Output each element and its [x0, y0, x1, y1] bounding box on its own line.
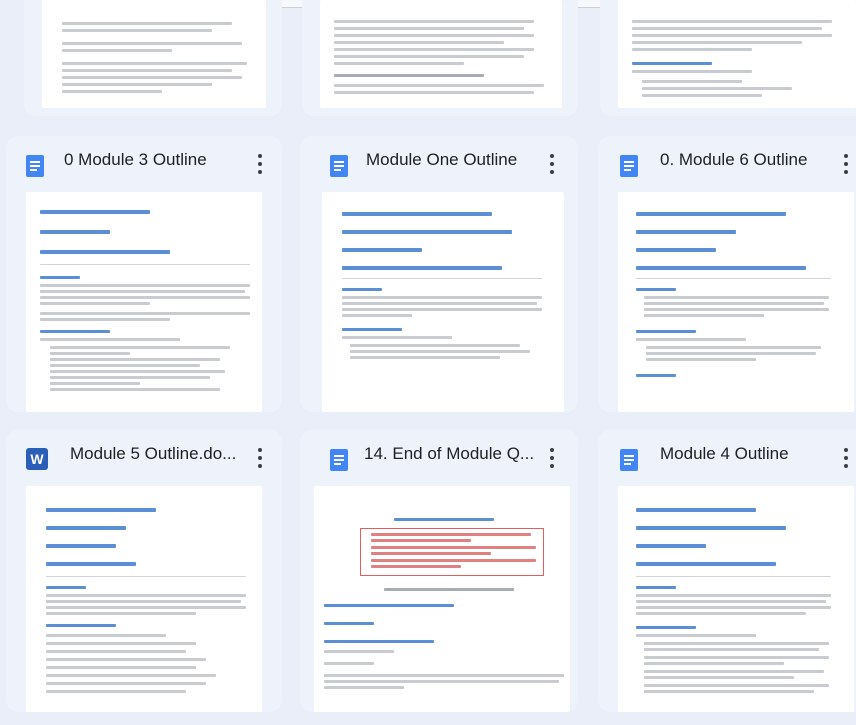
card-header: W Module 5 Outline.do...: [6, 430, 282, 482]
card-header: 14. End of Module Q...: [300, 430, 578, 482]
more-options-icon[interactable]: [252, 446, 268, 470]
document-preview: [42, 0, 266, 108]
word-icon: W: [26, 448, 48, 470]
file-title: Module 5 Outline.do...: [70, 444, 237, 463]
document-preview: [618, 486, 854, 712]
file-card[interactable]: 14. End of Module Q...: [300, 430, 578, 712]
docs-icon: [620, 449, 638, 471]
document-preview: [320, 0, 562, 108]
file-card[interactable]: 0. Module 6 Outline: [598, 136, 856, 412]
file-card-partial[interactable]: [24, 0, 282, 116]
file-card[interactable]: 0 Module 3 Outline: [6, 136, 282, 412]
file-card-partial[interactable]: [302, 0, 578, 116]
file-title: Module One Outline: [366, 150, 518, 169]
more-options-icon[interactable]: [544, 446, 560, 470]
more-options-icon[interactable]: [252, 152, 268, 176]
docs-icon: [330, 449, 348, 471]
file-title: Module 4 Outline: [660, 444, 789, 463]
more-options-icon[interactable]: [838, 152, 854, 176]
docs-icon: [330, 155, 348, 177]
file-card[interactable]: Module 4 Outline: [598, 430, 856, 712]
more-options-icon[interactable]: [544, 152, 560, 176]
document-preview: [26, 486, 262, 712]
card-header: 0. Module 6 Outline: [598, 136, 856, 188]
file-title: 14. End of Module Q...: [364, 444, 535, 463]
quiz-instructions-box: [360, 528, 544, 576]
card-header: Module One Outline: [300, 136, 578, 188]
document-preview: [322, 192, 564, 412]
file-title: 0 Module 3 Outline: [64, 150, 207, 169]
card-header: Module 4 Outline: [598, 430, 856, 482]
more-options-icon[interactable]: [838, 446, 854, 470]
file-title: 0. Module 6 Outline: [660, 150, 808, 169]
document-preview: [26, 192, 262, 412]
file-card-partial[interactable]: [600, 0, 856, 116]
card-header: 0 Module 3 Outline: [6, 136, 282, 188]
document-preview: [618, 192, 854, 412]
document-preview: [314, 486, 570, 712]
file-card[interactable]: Module One Outline: [300, 136, 578, 412]
document-preview: [618, 0, 856, 108]
file-card[interactable]: W Module 5 Outline.do...: [6, 430, 282, 712]
docs-icon: [620, 155, 638, 177]
docs-icon: [26, 155, 44, 177]
